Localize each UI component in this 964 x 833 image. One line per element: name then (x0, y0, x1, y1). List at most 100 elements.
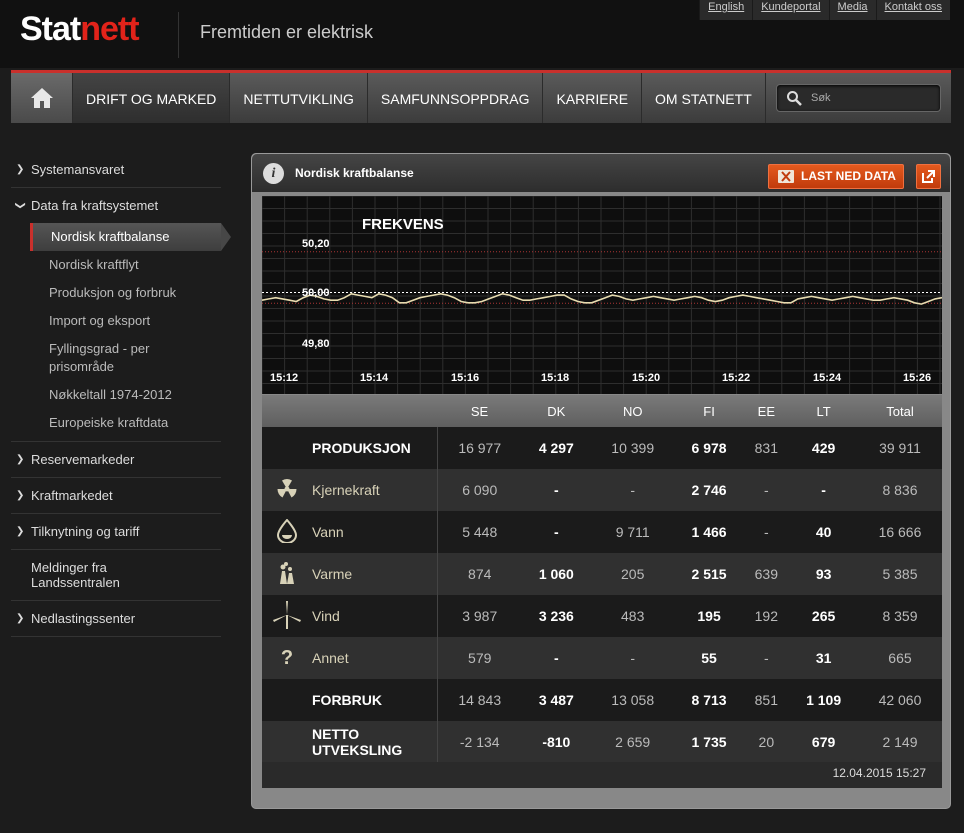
column-header-icon (262, 395, 312, 427)
search-icon[interactable] (786, 90, 802, 106)
row-icon-cell (262, 721, 312, 763)
data-timestamp: 12.04.2015 15:27 (262, 762, 942, 788)
water-drop-icon (262, 511, 312, 553)
table-cell: 3 987 (437, 595, 522, 637)
top-links: English Kundeportal Media Kontakt oss (699, 0, 950, 20)
table-row: ? Annet 579- -55-31 665 (262, 637, 942, 679)
table-cell: 851 (743, 679, 790, 721)
table-cell: 679 (789, 721, 858, 763)
table-cell: 2 659 (590, 721, 675, 763)
table-cell: - (789, 469, 858, 511)
table-cell: 4 297 (521, 427, 591, 469)
sidebar-subitem-nordisk-kraftbalanse[interactable]: Nordisk kraftbalanse (30, 223, 231, 251)
info-icon[interactable]: i (263, 163, 284, 184)
column-header: Total (857, 395, 942, 427)
sidebar: ❯ Systemansvaret ❯ Data fra kraftsystemet … (11, 152, 231, 637)
search-box (776, 84, 941, 112)
table-cell: 5 448 (437, 511, 522, 553)
sidebar-item-systemansvaret[interactable]: ❯ Systemansvaret (11, 152, 221, 188)
sidebar-item-kraftmarkedet[interactable]: ❯ Kraftmarkedet (11, 478, 221, 514)
link-kundeportal[interactable]: Kundeportal (752, 0, 829, 20)
chevron-right-icon: ❯ (16, 454, 25, 465)
home-button[interactable] (11, 73, 73, 123)
sidebar-item-nedlastingssenter[interactable]: ❯ Nedlastingssenter (11, 601, 221, 637)
y-tick-label: 49,80 (302, 338, 330, 350)
statnett-logo[interactable]: Statnett (20, 10, 140, 49)
chart-title: FREKVENS (362, 216, 444, 233)
x-tick-label: 15:26 (903, 372, 932, 384)
link-kontakt[interactable]: Kontakt oss (875, 0, 950, 20)
table-cell: 31 (789, 637, 858, 679)
panel-header: i Nordisk kraftbalanse LAST NED DATA (252, 154, 950, 192)
x-tick-label: 15:18 (541, 372, 570, 384)
balance-table: SE DK NO FI EE LT Total PRODUKSJON 16 977… (262, 395, 942, 763)
wind-turbine-icon (262, 595, 312, 637)
row-label: Annet (312, 637, 438, 679)
sidebar-sublist: Nordisk kraftbalanse Nordisk kraftflyt P… (11, 223, 231, 442)
column-header: DK (521, 395, 591, 427)
chevron-down-icon: ❯ (14, 201, 26, 210)
table-row: Vann 5 448-9 711 1 466-40 16 666 (262, 511, 942, 553)
x-tick-label: 15:16 (451, 372, 480, 384)
table-cell: 483 (590, 595, 675, 637)
table-cell: 13 058 (590, 679, 675, 721)
main-nav: DRIFT OG MARKED NETTUTVIKLING SAMFUNNSOP… (11, 70, 951, 123)
sidebar-subitem-europeiske-kraftdata[interactable]: Europeiske kraftdata (11, 409, 221, 437)
open-external-button[interactable] (916, 164, 941, 189)
table-cell: -810 (521, 721, 591, 763)
table-row: Varme 874 1 060 205 2 515 639 93 5 385 (262, 553, 942, 595)
table-cell: - (590, 469, 675, 511)
column-header: NO (590, 395, 675, 427)
table-cell: 2 515 (674, 553, 744, 595)
column-header-label (312, 395, 437, 427)
sidebar-subitem-fyllingsgrad[interactable]: Fyllingsgrad - per prisområde (11, 335, 181, 381)
table-cell: 8 713 (674, 679, 744, 721)
table-cell: 3 236 (521, 595, 591, 637)
thermal-plant-icon (262, 553, 312, 595)
external-link-icon (922, 170, 935, 183)
column-header: FI (674, 395, 744, 427)
table-cell: 3 487 (521, 679, 591, 721)
home-icon (30, 88, 53, 108)
row-label: Vann (312, 511, 438, 553)
table-cell: 39 911 (857, 427, 942, 469)
table-row: PRODUKSJON 16 977 4 297 10 399 6 978 831 429 39… (262, 427, 942, 469)
nav-karriere[interactable]: KARRIERE (543, 73, 643, 123)
sidebar-subitem-nokkeltall[interactable]: Nøkkeltall 1974-2012 (11, 381, 221, 409)
column-header: EE (743, 395, 790, 427)
table-cell: 93 (789, 553, 858, 595)
link-english[interactable]: English (699, 0, 753, 20)
sidebar-item-meldinger[interactable]: Meldinger fra Landssentralen (11, 550, 131, 600)
table-cell: 2 746 (674, 469, 744, 511)
search-input[interactable] (811, 89, 931, 107)
sidebar-subitem-import-og-eksport[interactable]: Import og eksport (11, 307, 221, 335)
table-cell: - (521, 469, 591, 511)
table-row: Kjernekraft 6 090- -2 746- -8 836 (262, 469, 942, 511)
sidebar-subitem-nordisk-kraftflyt[interactable]: Nordisk kraftflyt (11, 251, 221, 279)
row-label: Vind (312, 595, 438, 637)
frequency-chart: FREKVENS 50,20 50,00 49,80 15:12 15:14 1… (262, 196, 942, 394)
table-cell: 195 (674, 595, 744, 637)
table-cell: - (743, 511, 790, 553)
sidebar-item-reservemarkeder[interactable]: ❯ Reservemarkeder (11, 442, 221, 478)
table-cell: 579 (437, 637, 522, 679)
nav-nettutvikling[interactable]: NETTUTVIKLING (230, 73, 368, 123)
nav-om-statnett[interactable]: OM STATNETT (642, 73, 766, 123)
sidebar-subitem-produksjon-og-forbruk[interactable]: Produksjon og forbruk (11, 279, 221, 307)
nav-drift-og-marked[interactable]: DRIFT OG MARKED (73, 73, 231, 123)
excel-icon (778, 170, 794, 183)
nuclear-icon (262, 469, 312, 511)
table-cell: 265 (789, 595, 858, 637)
link-media[interactable]: Media (828, 0, 876, 20)
sidebar-item-tilknytning-og-tariff[interactable]: ❯ Tilknytning og tariff (11, 514, 221, 550)
table-cell: - (743, 469, 790, 511)
sidebar-item-data-fra-kraftsystemet[interactable]: ❯ Data fra kraftsystemet (11, 188, 221, 223)
table-cell: 42 060 (857, 679, 942, 721)
table-cell: 1 109 (789, 679, 858, 721)
nav-samfunnsoppdrag[interactable]: SAMFUNNSOPPDRAG (368, 73, 544, 123)
table-cell: 55 (674, 637, 744, 679)
table-cell: 16 666 (857, 511, 942, 553)
table-cell: 20 (743, 721, 790, 763)
download-data-button[interactable]: LAST NED DATA (768, 164, 904, 189)
table-cell: 874 (437, 553, 522, 595)
